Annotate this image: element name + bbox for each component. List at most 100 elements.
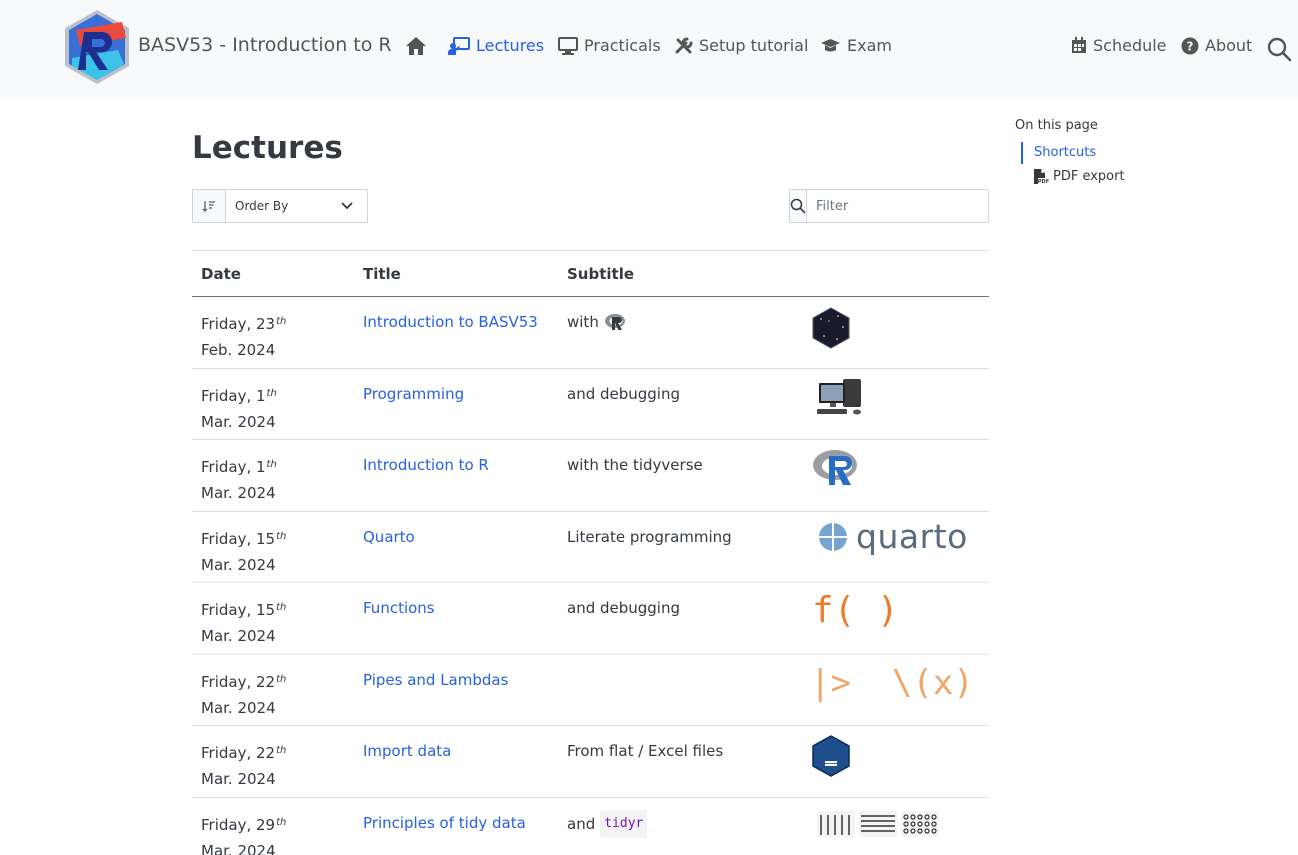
presentation-icon	[448, 36, 470, 55]
date-ordinal: th	[276, 316, 287, 327]
subtitle-text: with the tidyverse	[567, 456, 703, 474]
date-ordinal: th	[276, 745, 287, 756]
quarto-logo: quarto	[818, 516, 968, 556]
search-icon[interactable]	[1266, 36, 1292, 62]
subtitle-text: From flat / Excel files	[567, 742, 724, 760]
svg-text:?: ?	[1187, 39, 1194, 53]
date-month: Feb. 2024	[201, 341, 276, 359]
question-circle-icon: ?	[1181, 37, 1199, 54]
table-row: Friday, 1th Mar. 2024 Introduction to R w…	[192, 440, 989, 512]
nav-setup-label: Setup tutorial	[699, 36, 809, 55]
sort-icon-box	[193, 190, 226, 222]
header-title[interactable]: Title	[363, 265, 401, 283]
lecture-subtitle: with the tidyverse	[567, 452, 703, 478]
home-icon	[406, 37, 426, 55]
header-date[interactable]: Date	[201, 265, 241, 283]
lecture-title-link[interactable]: Import data	[363, 738, 451, 764]
table-row: Friday, 22th Mar. 2024 Pipes and Lambdas …	[192, 655, 989, 726]
nav-schedule[interactable]: Schedule	[1071, 36, 1167, 55]
lecture-subtitle: and tidyr	[567, 809, 648, 838]
table-header: Date Title Subtitle	[192, 251, 989, 297]
lecture-date: Friday, 23th Feb. 2024	[201, 309, 286, 363]
lecture-date: Friday, 29th Mar. 2024	[201, 810, 286, 855]
nav-setup-tutorial[interactable]: Setup tutorial	[675, 36, 808, 55]
navbar: BASV53 - Introduction to R Lectures Prac…	[0, 0, 1298, 98]
calendar-icon	[1072, 37, 1086, 53]
quarto-wordmark: quarto	[856, 516, 968, 556]
nav-schedule-label: Schedule	[1093, 36, 1167, 55]
filter-input[interactable]	[807, 190, 995, 222]
lecture-subtitle: with	[567, 309, 626, 335]
nav-exam[interactable]: Exam	[820, 36, 892, 55]
date-month: Mar. 2024	[201, 627, 276, 645]
nav-home[interactable]	[405, 36, 427, 56]
tidyverse-hex-logo	[812, 307, 850, 349]
site-title[interactable]: BASV53 - Introduction to R	[138, 34, 392, 56]
filter-box	[789, 189, 995, 223]
readr-hex-logo	[812, 735, 850, 777]
date-month: Mar. 2024	[201, 412, 276, 431]
date-day: Friday, 22	[201, 744, 276, 762]
date-ordinal: th	[266, 387, 277, 399]
lecture-date: Friday, 22th Mar. 2024	[201, 667, 286, 721]
nav-practicals[interactable]: Practicals	[558, 36, 661, 55]
tools-icon	[675, 37, 693, 53]
subtitle-text: with	[567, 313, 599, 331]
nav-lectures[interactable]: Lectures	[448, 36, 544, 55]
table-row: Friday, 23th Feb. 2024 Introduction to BA…	[192, 297, 989, 369]
order-by-dropdown[interactable]: Order By	[226, 190, 367, 222]
lecture-title-link[interactable]: Introduction to R	[363, 452, 489, 478]
lecture-subtitle: and debugging	[567, 595, 680, 621]
header-subtitle[interactable]: Subtitle	[567, 265, 634, 283]
date-ordinal: th	[276, 673, 287, 685]
lecture-title-link[interactable]: Quarto	[363, 524, 415, 550]
toc-link-shortcuts[interactable]: Shortcuts	[1021, 142, 1125, 164]
lecture-title-link[interactable]: Introduction to BASV53	[363, 309, 538, 335]
date-day: Friday, 22	[201, 672, 276, 691]
date-month: Mar. 2024	[201, 484, 276, 502]
date-month: Mar. 2024	[201, 555, 276, 574]
date-ordinal: th	[276, 530, 287, 542]
file-pdf-icon: PDF	[1034, 169, 1049, 185]
date-month: Mar. 2024	[201, 698, 276, 717]
table-row: Friday, 1th Mar. 2024 Programming and deb…	[192, 369, 989, 440]
toc-title: On this page	[1015, 118, 1098, 133]
nav-about-label: About	[1205, 36, 1253, 55]
date-month: Mar. 2024	[201, 841, 276, 855]
subtitle-text: and	[567, 814, 596, 833]
site-logo[interactable]	[62, 8, 132, 86]
pdf-export-link[interactable]: PDF PDF export	[1033, 168, 1125, 185]
lecture-title-link[interactable]: Pipes and Lambdas	[363, 667, 508, 693]
function-glyph: f( )	[812, 590, 899, 631]
lecture-title-link[interactable]: Programming	[363, 381, 464, 407]
lecture-title-link[interactable]: Functions	[363, 595, 435, 621]
nav-lectures-label: Lectures	[476, 36, 545, 55]
subtitle-text: and debugging	[567, 599, 681, 617]
table-of-contents: On this page Shortcuts PDF PDF export	[1015, 118, 1125, 185]
lecture-subtitle: Literate programming	[567, 524, 732, 550]
table-row: Friday, 15th Mar. 2024 Functions and debu…	[192, 583, 989, 655]
r-logo-icon	[604, 314, 625, 330]
pdf-export-label: PDF export	[1053, 169, 1125, 184]
lecture-title-link[interactable]: Principles of tidy data	[363, 810, 526, 836]
date-day: Friday, 15	[201, 529, 276, 548]
computer-image	[817, 378, 861, 414]
table-row: Friday, 22th Mar. 2024 Import data From f…	[192, 726, 989, 798]
order-by-label: Order By	[235, 199, 289, 213]
lectures-table: Date Title Subtitle Friday, 23th Feb. 202…	[192, 250, 989, 855]
monitor-icon	[558, 36, 578, 55]
order-by-select[interactable]: Order By	[192, 189, 368, 223]
date-month: Mar. 2024	[201, 770, 276, 788]
lecture-date: Friday, 1th Mar. 2024	[201, 381, 277, 435]
chevron-down-icon	[341, 202, 353, 210]
date-day: Friday, 15	[201, 601, 276, 619]
lecture-subtitle: and debugging	[567, 381, 680, 407]
lecture-date: Friday, 1th Mar. 2024	[201, 452, 277, 506]
date-day: Friday, 29	[201, 815, 276, 834]
nav-exam-label: Exam	[847, 36, 892, 55]
lecture-date: Friday, 22th Mar. 2024	[201, 738, 286, 792]
nav-about[interactable]: ? About	[1181, 36, 1252, 55]
date-ordinal: th	[276, 602, 287, 613]
lecture-subtitle: From flat / Excel files	[567, 738, 723, 764]
date-day: Friday, 1	[201, 386, 266, 405]
